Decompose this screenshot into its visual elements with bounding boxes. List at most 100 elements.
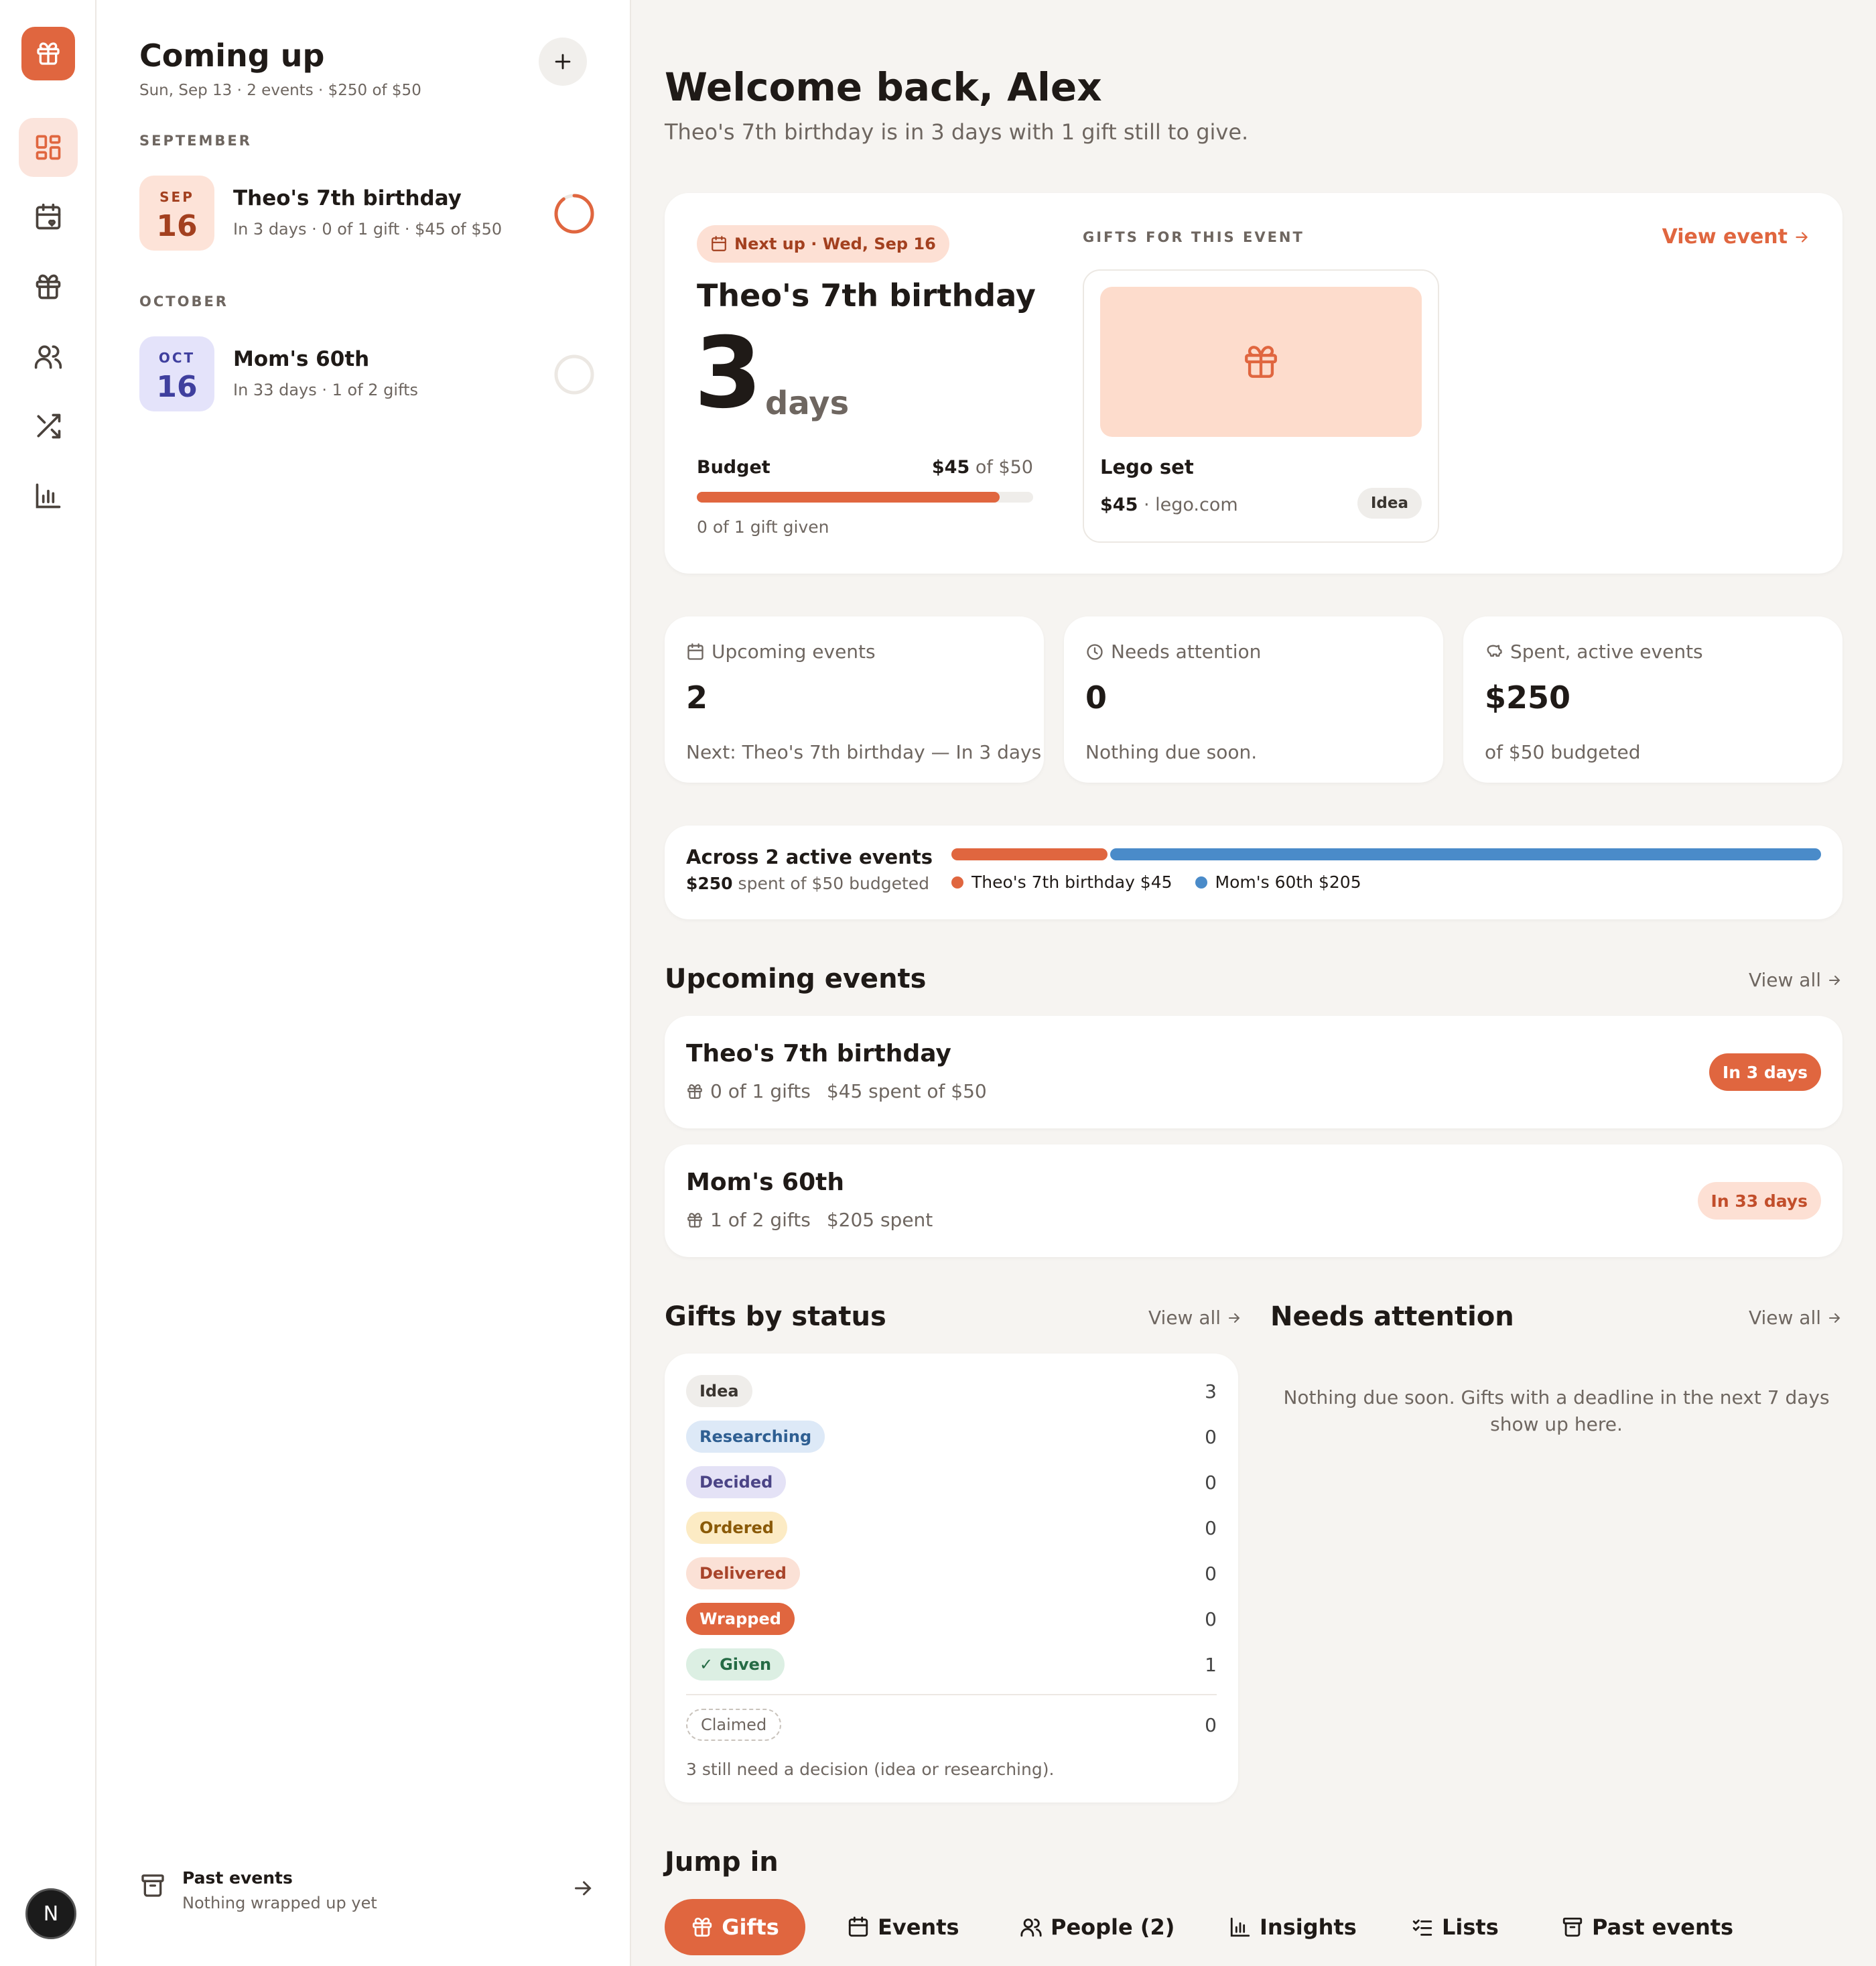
arrow-right-icon <box>1829 1313 1840 1323</box>
jump-people[interactable]: People (2) <box>1020 1899 1175 1955</box>
attention-view-all[interactable]: View all <box>1749 1307 1842 1329</box>
status-row[interactable]: ✓ Given 1 <box>686 1648 1217 1682</box>
attention-title: Needs attention <box>1270 1301 1514 1332</box>
event-meta: In 33 days · 1 of 2 gifts <box>233 381 419 399</box>
users-icon <box>1020 1918 1042 1937</box>
legend-dot <box>1195 876 1207 889</box>
page-title: Welcome back, Alex <box>665 64 1102 110</box>
gift-icon <box>687 1212 702 1228</box>
days-label: days <box>765 385 850 422</box>
legend-item: Mom's 60th $205 <box>1195 872 1361 892</box>
stat-foot: Nothing due soon. <box>1085 741 1258 763</box>
stat-upcoming-events: Upcoming events 2 Next: Theo's 7th birth… <box>665 616 1044 783</box>
status-count: 0 <box>1205 1608 1217 1630</box>
spend-segment <box>1110 848 1821 860</box>
bar-chart-icon <box>36 483 61 509</box>
stat-value: $250 <box>1485 679 1571 716</box>
gift-image-placeholder <box>1100 287 1422 437</box>
add-event-button[interactable] <box>539 38 587 86</box>
gift-icon <box>36 274 61 300</box>
days-until-badge: In 33 days <box>1697 1182 1821 1220</box>
stat-spent: Spent, active events $250 of $50 budgete… <box>1463 616 1842 783</box>
rail-insights[interactable] <box>19 466 78 525</box>
gifts-status-card: Idea 3 Researching 0 Decided 0 Ordered 0 Deliver… <box>665 1354 1238 1803</box>
legend-item: Theo's 7th birthday $45 <box>951 872 1172 892</box>
list-checks-icon <box>1412 1919 1432 1936</box>
avatar[interactable]: N <box>25 1888 76 1939</box>
gifts-status-view-all[interactable]: View all <box>1148 1307 1242 1329</box>
coming-up-sidebar: Coming up Sun, Sep 13 · 2 events · $250 … <box>96 0 631 1966</box>
jump-events[interactable]: Events <box>847 1899 959 1955</box>
rail-exchange[interactable] <box>19 397 78 456</box>
stat-value: 2 <box>686 679 708 716</box>
past-events-subtitle: Nothing wrapped up yet <box>182 1894 377 1912</box>
shuffle-icon <box>37 413 61 439</box>
status-count: 3 <box>1205 1380 1217 1402</box>
gift-price-source: $45 · lego.com <box>1100 495 1238 515</box>
rail-gifts[interactable] <box>19 257 78 316</box>
budget-progress-bar <box>697 492 1033 503</box>
rail-people[interactable] <box>19 327 78 386</box>
spend-summary: $250 spent of $50 budgeted <box>686 874 930 893</box>
arrow-right-icon <box>1829 975 1840 985</box>
plus-icon <box>555 54 571 70</box>
gift-icon <box>1245 346 1277 378</box>
clock-icon <box>1087 643 1103 660</box>
page-subtitle: Theo's 7th birthday is in 3 days with 1 … <box>665 119 1249 145</box>
progress-ring <box>554 194 594 234</box>
spend-legend: Theo's 7th birthday $45 Mom's 60th $205 <box>951 872 1361 892</box>
jump-lists[interactable]: Lists <box>1411 1899 1499 1955</box>
past-events-title: Past events <box>182 1868 293 1888</box>
status-row[interactable]: Idea 3 <box>686 1375 1217 1408</box>
progress-ring <box>554 354 594 395</box>
legend-dot <box>951 876 963 889</box>
past-events-link[interactable]: Past events Nothing wrapped up yet <box>139 1863 595 1919</box>
gifts-given: 0 of 1 gift given <box>697 517 829 537</box>
status-row[interactable]: Delivered 0 <box>686 1557 1217 1591</box>
icon-rail: N <box>0 0 96 1966</box>
upcoming-view-all[interactable]: View all <box>1749 969 1842 991</box>
sidebar-event-item[interactable]: OCT 16 Mom's 60th In 33 days · 1 of 2 gi… <box>139 336 595 411</box>
status-badge: Delivered <box>686 1557 800 1589</box>
app: N Coming up Sun, Sep 13 · 2 events · $25… <box>0 0 1876 1966</box>
calendar-heart-icon <box>848 1916 868 1937</box>
sidebar-event-item[interactable]: SEP 16 Theo's 7th birthday In 3 days · 0… <box>139 176 595 251</box>
calendar-heart-icon <box>712 236 726 251</box>
check-icon: ✓ <box>699 1655 714 1674</box>
upcoming-event-row[interactable]: Theo's 7th birthday 0 of 1 gifts $45 spen… <box>665 1016 1842 1128</box>
jump-past-events[interactable]: Past events <box>1561 1899 1733 1955</box>
view-event-link[interactable]: View event <box>1662 225 1810 249</box>
stat-value: 0 <box>1085 679 1108 716</box>
days-count: 3 <box>694 316 762 430</box>
dashboard-icon <box>36 135 61 160</box>
status-count: 0 <box>1205 1517 1217 1539</box>
status-row[interactable]: Decided 0 <box>686 1466 1217 1500</box>
arrow-right-icon <box>1229 1313 1240 1323</box>
upcoming-event-row[interactable]: Mom's 60th 1 of 2 gifts $205 spent In 33 … <box>665 1144 1842 1257</box>
gift-card[interactable]: Lego set $45 · lego.com Idea <box>1083 269 1439 543</box>
budget-progress-fill <box>697 492 1000 503</box>
status-row[interactable]: Ordered 0 <box>686 1512 1217 1545</box>
attention-empty-state: Nothing due soon. Gifts with a deadline … <box>1283 1386 1830 1435</box>
spend-segment <box>951 848 1108 860</box>
status-badge: Researching <box>686 1421 825 1453</box>
status-row[interactable]: Wrapped 0 <box>686 1603 1217 1636</box>
jump-gifts[interactable]: Gifts <box>665 1899 805 1955</box>
rail-dashboard[interactable] <box>19 118 78 177</box>
rail-events[interactable] <box>19 188 78 247</box>
status-count: 0 <box>1205 1426 1217 1448</box>
budget-value: $45 of $50 <box>931 457 1033 478</box>
event-name: Theo's 7th birthday <box>233 186 462 210</box>
sidebar-title: Coming up <box>139 38 325 74</box>
app-logo[interactable] <box>21 27 75 80</box>
status-badge: Ordered <box>686 1512 787 1544</box>
event-name: Mom's 60th <box>233 347 370 371</box>
arrow-right-icon <box>575 1881 592 1896</box>
archive-icon <box>1562 1917 1583 1937</box>
jump-insights[interactable]: Insights <box>1229 1899 1357 1955</box>
status-row-claimed[interactable]: Claimed 0 <box>686 1709 1217 1742</box>
event-name: Mom's 60th <box>686 1169 844 1196</box>
hero-event-name: Theo's 7th birthday <box>697 277 1036 314</box>
spend-title: Across 2 active events <box>686 846 933 868</box>
status-row[interactable]: Researching 0 <box>686 1421 1217 1454</box>
